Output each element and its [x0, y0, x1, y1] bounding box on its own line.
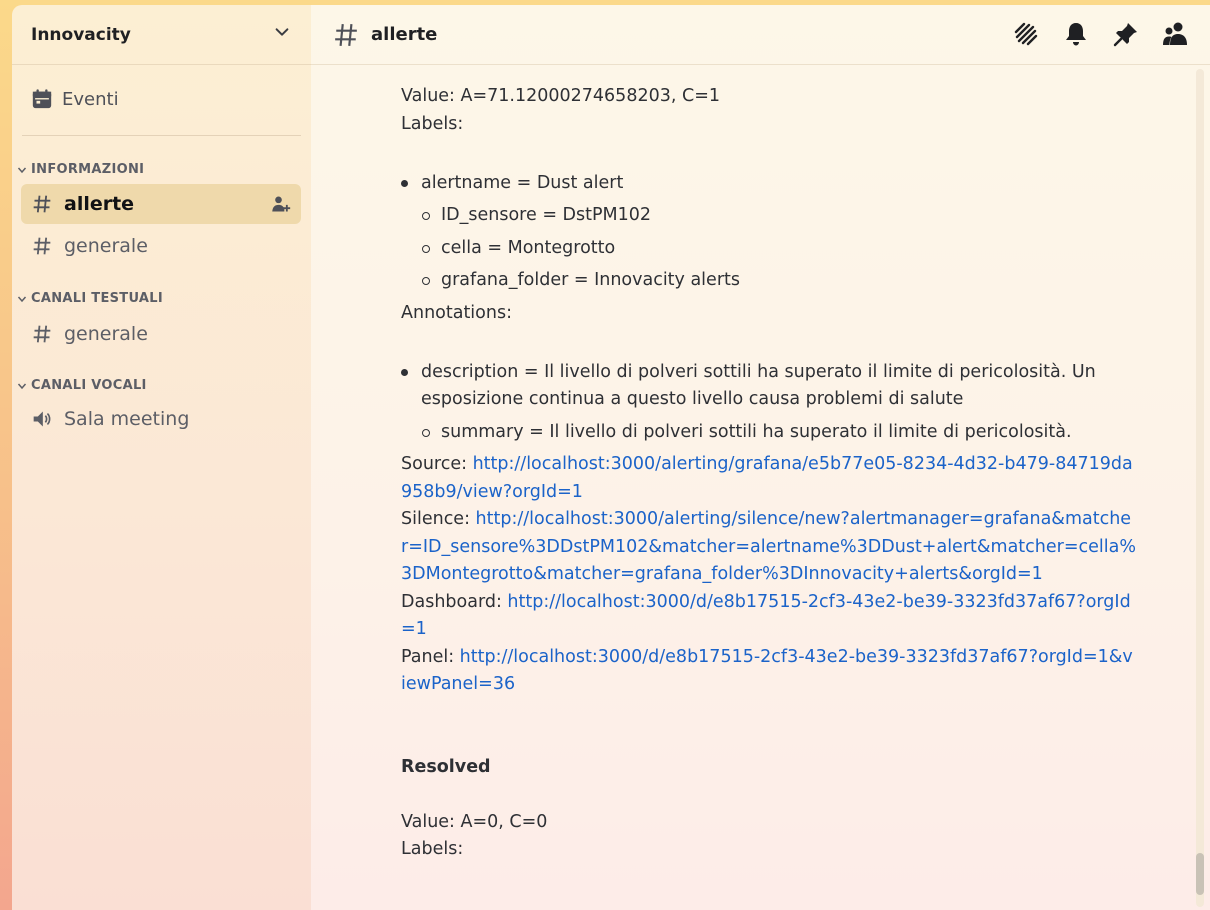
- category-canali-testuali[interactable]: CANALI TESTUALI: [12, 291, 311, 306]
- hash-icon: [33, 325, 51, 343]
- chevron-down-icon: [17, 167, 27, 173]
- dashboard-link[interactable]: http://localhost:3000/d/e8b17515-2cf3-43…: [401, 592, 1131, 640]
- speaker-icon: [33, 411, 51, 427]
- scrollbar-thumb[interactable]: [1196, 853, 1204, 895]
- labels-list: alertname = Dust alert ID_sensore = DstP…: [401, 170, 1136, 295]
- labels-title: Labels:: [401, 113, 464, 134]
- scrollbar-track[interactable]: [1196, 69, 1204, 907]
- list-item: grafana_folder = Innovacity alerts: [401, 267, 1136, 295]
- main-panel: allerte Value: A=71.12000274658203, C=1 …: [311, 5, 1210, 910]
- channel-sala-meeting[interactable]: Sala meeting: [21, 399, 301, 439]
- dashboard-line: Dashboard: http://localhost:3000/d/e8b17…: [401, 589, 1136, 644]
- chevron-down-icon: [17, 383, 27, 389]
- channel-label: generale: [64, 323, 148, 345]
- category-informazioni[interactable]: INFORMAZIONI: [12, 162, 311, 177]
- category-label: INFORMAZIONI: [31, 162, 145, 177]
- list-item: description = Il livello di polveri sott…: [401, 359, 1136, 414]
- events-label: Eventi: [62, 88, 119, 110]
- channel-label: allerte: [64, 193, 135, 215]
- list-item: summary = Il livello di polveri sottili …: [401, 419, 1136, 447]
- annotations-list: description = Il livello di polveri sott…: [401, 359, 1136, 447]
- chevron-down-icon: [17, 296, 27, 302]
- hash-icon: [335, 23, 357, 46]
- category-label: CANALI TESTUALI: [31, 291, 164, 306]
- threads-icon[interactable]: [1012, 20, 1040, 48]
- hash-icon: [33, 195, 51, 213]
- list-item: cella = Montegrotto: [401, 235, 1136, 263]
- dashboard-label: Dashboard:: [401, 591, 508, 612]
- labels-title: Labels:: [401, 839, 464, 859]
- member-list-icon[interactable]: [1162, 20, 1190, 48]
- annotations-title: Annotations:: [401, 302, 512, 323]
- silence-link[interactable]: http://localhost:3000/alerting/silence/n…: [401, 509, 1136, 584]
- channel-generale[interactable]: generale: [21, 226, 301, 266]
- list-item: alertname = Dust alert: [401, 170, 1136, 198]
- panel-line: Panel: http://localhost:3000/d/e8b17515-…: [401, 644, 1136, 699]
- panel-label: Panel:: [401, 646, 460, 667]
- add-user-icon[interactable]: [271, 194, 291, 214]
- list-item: ID_sensore = DstPM102: [401, 202, 1136, 230]
- resolved-title: Resolved: [401, 756, 491, 777]
- channel-allerte[interactable]: allerte: [21, 184, 301, 224]
- channel-generale[interactable]: generale: [21, 314, 301, 354]
- calendar-icon: [32, 89, 52, 109]
- chevron-down-icon[interactable]: [273, 23, 291, 46]
- pin-icon[interactable]: [1112, 20, 1140, 48]
- source-link[interactable]: http://localhost:3000/alerting/grafana/e…: [401, 454, 1133, 502]
- alert-value: Value: A=71.12000274658203, C=1: [401, 86, 720, 106]
- message-content: Value: A=71.12000274658203, C=1 Labels: …: [401, 83, 1136, 864]
- source-line: Source: http://localhost:3000/alerting/g…: [401, 451, 1136, 506]
- bell-icon[interactable]: [1062, 20, 1090, 48]
- channel-label: Sala meeting: [64, 408, 190, 430]
- sidebar: Innovacity Eventi INFORMAZIONI allerte g…: [12, 5, 311, 910]
- resolved-value: Value: A=0, C=0: [401, 811, 548, 832]
- panel-link[interactable]: http://localhost:3000/d/e8b17515-2cf3-43…: [401, 647, 1133, 695]
- source-label: Source:: [401, 454, 473, 474]
- divider: [22, 135, 301, 136]
- server-name: Innovacity: [31, 24, 131, 45]
- hash-icon: [33, 237, 51, 255]
- channel-header: allerte: [311, 5, 1210, 65]
- channel-label: generale: [64, 235, 148, 257]
- events-link[interactable]: Eventi: [20, 79, 303, 119]
- silence-label: Silence:: [401, 509, 476, 529]
- category-canali-vocali[interactable]: CANALI VOCALI: [12, 378, 311, 393]
- channel-title: allerte: [371, 24, 438, 45]
- server-header[interactable]: Innovacity: [12, 5, 311, 65]
- silence-line: Silence: http://localhost:3000/alerting/…: [401, 506, 1136, 589]
- category-label: CANALI VOCALI: [31, 378, 147, 393]
